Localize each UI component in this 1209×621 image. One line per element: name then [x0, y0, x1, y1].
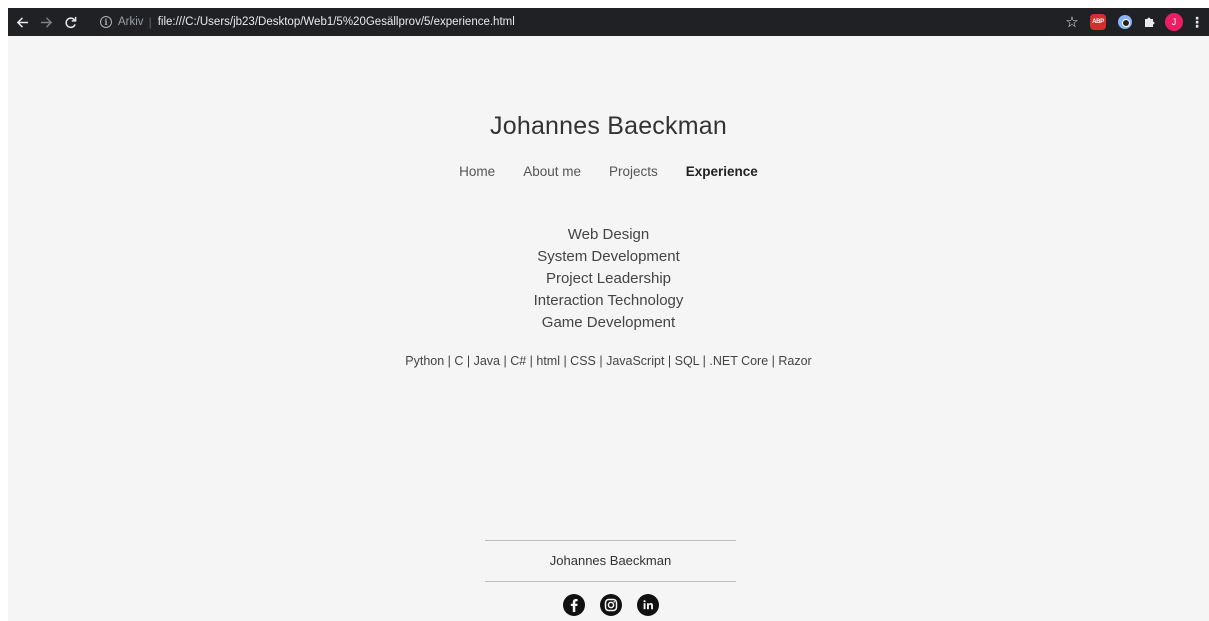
main-nav: Home About me Projects Experience [8, 164, 1209, 179]
facebook-icon[interactable] [562, 594, 585, 616]
info-icon[interactable]: i [100, 16, 112, 28]
arrow-right-icon [40, 16, 52, 28]
skill-item: Game Development [541, 314, 676, 331]
extension-icon[interactable] [1118, 15, 1132, 29]
nav-experience[interactable]: Experience [686, 164, 758, 179]
arrow-left-icon [16, 16, 28, 28]
skill-item: Project Leadership [545, 270, 672, 287]
profile-avatar[interactable]: J [1165, 13, 1183, 31]
forward-button[interactable] [34, 10, 58, 34]
skill-item: Interaction Technology [533, 292, 684, 309]
adblock-extension-icon[interactable]: ABP [1090, 14, 1106, 30]
reload-button[interactable] [58, 10, 82, 34]
footer-name: Johannes Baeckman [549, 553, 672, 568]
kebab-menu-icon[interactable]: ⋮ [1189, 14, 1205, 31]
scheme-label: Arkiv [118, 16, 144, 28]
puzzle-icon[interactable] [1139, 15, 1161, 30]
bookmark-star-icon[interactable]: ☆ [1059, 13, 1085, 31]
footer-divider [485, 581, 736, 582]
back-button[interactable] [10, 10, 34, 34]
skills-list: Web Design System Development Project Le… [8, 224, 1209, 334]
linkedin-icon[interactable] [636, 594, 659, 616]
instagram-icon[interactable] [599, 594, 622, 616]
site-title: Johannes Baeckman [490, 112, 727, 140]
address-bar[interactable]: i Arkiv | file:///C:/Users/jb23/Desktop/… [92, 10, 1052, 34]
url-text[interactable]: file:///C:/Users/jb23/Desktop/Web1/5%20G… [158, 16, 515, 28]
skill-item: Web Design [567, 226, 650, 243]
skill-item: System Development [537, 248, 680, 265]
nav-about-me[interactable]: About me [523, 164, 581, 179]
nav-home[interactable]: Home [459, 164, 495, 179]
extensions-area: ☆ ABP J ⋮ [1059, 8, 1209, 36]
footer: Johannes Baeckman [485, 540, 736, 616]
browser-toolbar: i Arkiv | file:///C:/Users/jb23/Desktop/… [8, 8, 1209, 36]
social-links [485, 594, 736, 616]
scheme-separator: | [148, 15, 152, 29]
languages-list: Python | C | Java | C# | html | CSS | Ja… [405, 354, 812, 368]
page-content: Johannes Baeckman Home About me Projects… [8, 36, 1209, 621]
browser-window: i Arkiv | file:///C:/Users/jb23/Desktop/… [8, 8, 1209, 621]
reload-icon [64, 16, 76, 28]
nav-projects[interactable]: Projects [609, 164, 658, 179]
